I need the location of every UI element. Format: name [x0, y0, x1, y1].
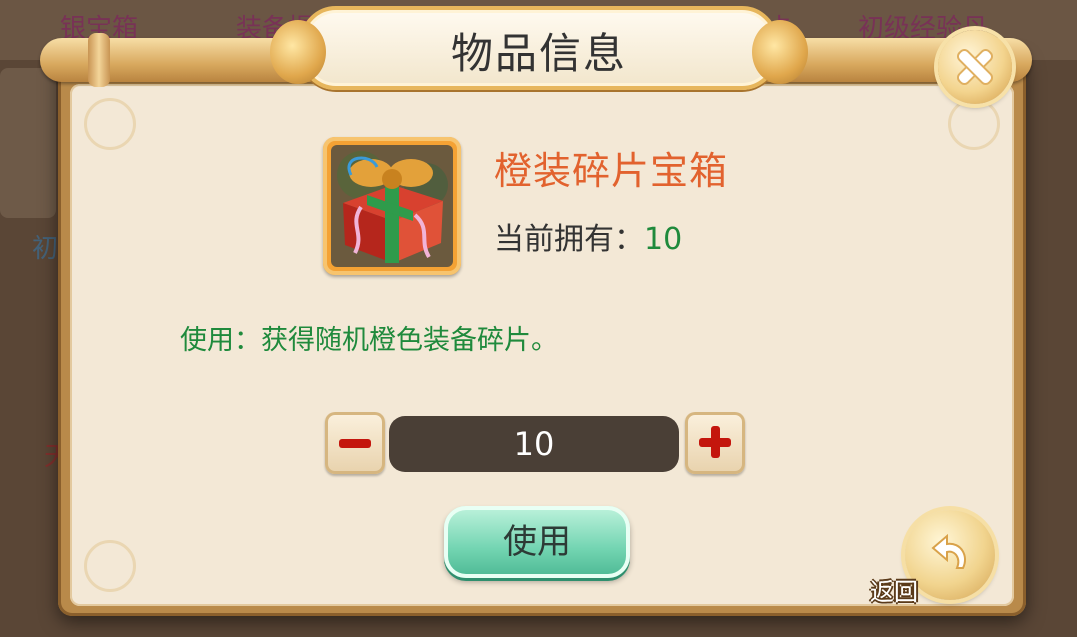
quantity-input[interactable]: 10 — [389, 416, 679, 472]
bg-tile — [0, 68, 56, 218]
use-button[interactable]: 使用 — [444, 506, 630, 578]
minus-icon — [339, 439, 371, 448]
decor-swirl — [84, 540, 136, 592]
increase-quantity-button[interactable] — [685, 412, 745, 474]
plus-icon — [699, 426, 731, 458]
owned-label: 当前拥有： — [494, 222, 644, 257]
scroll-rod-cap — [88, 33, 110, 87]
owned-value: 10 — [644, 222, 683, 257]
back-button[interactable] — [905, 510, 995, 600]
decor-swirl — [948, 98, 1000, 150]
dialog-title: 物品信息 — [450, 29, 627, 78]
decor-swirl — [84, 98, 136, 150]
close-icon — [955, 47, 995, 87]
usage-description: 使用：获得随机橙色装备碎片。 — [180, 325, 558, 356]
title-banner: 物品信息 — [270, 6, 808, 90]
bg-side-label: 初 — [32, 234, 59, 264]
back-arrow-icon — [931, 533, 966, 569]
item-name: 橙装碎片宝箱 — [494, 149, 729, 193]
item-icon-frame[interactable] — [323, 137, 461, 275]
gift-box-icon — [331, 145, 453, 267]
owned-count-row: 当前拥有：10 — [494, 214, 682, 258]
decrease-quantity-button[interactable] — [325, 412, 385, 474]
close-button[interactable] — [938, 30, 1012, 104]
back-label[interactable]: 返回 — [870, 572, 918, 607]
